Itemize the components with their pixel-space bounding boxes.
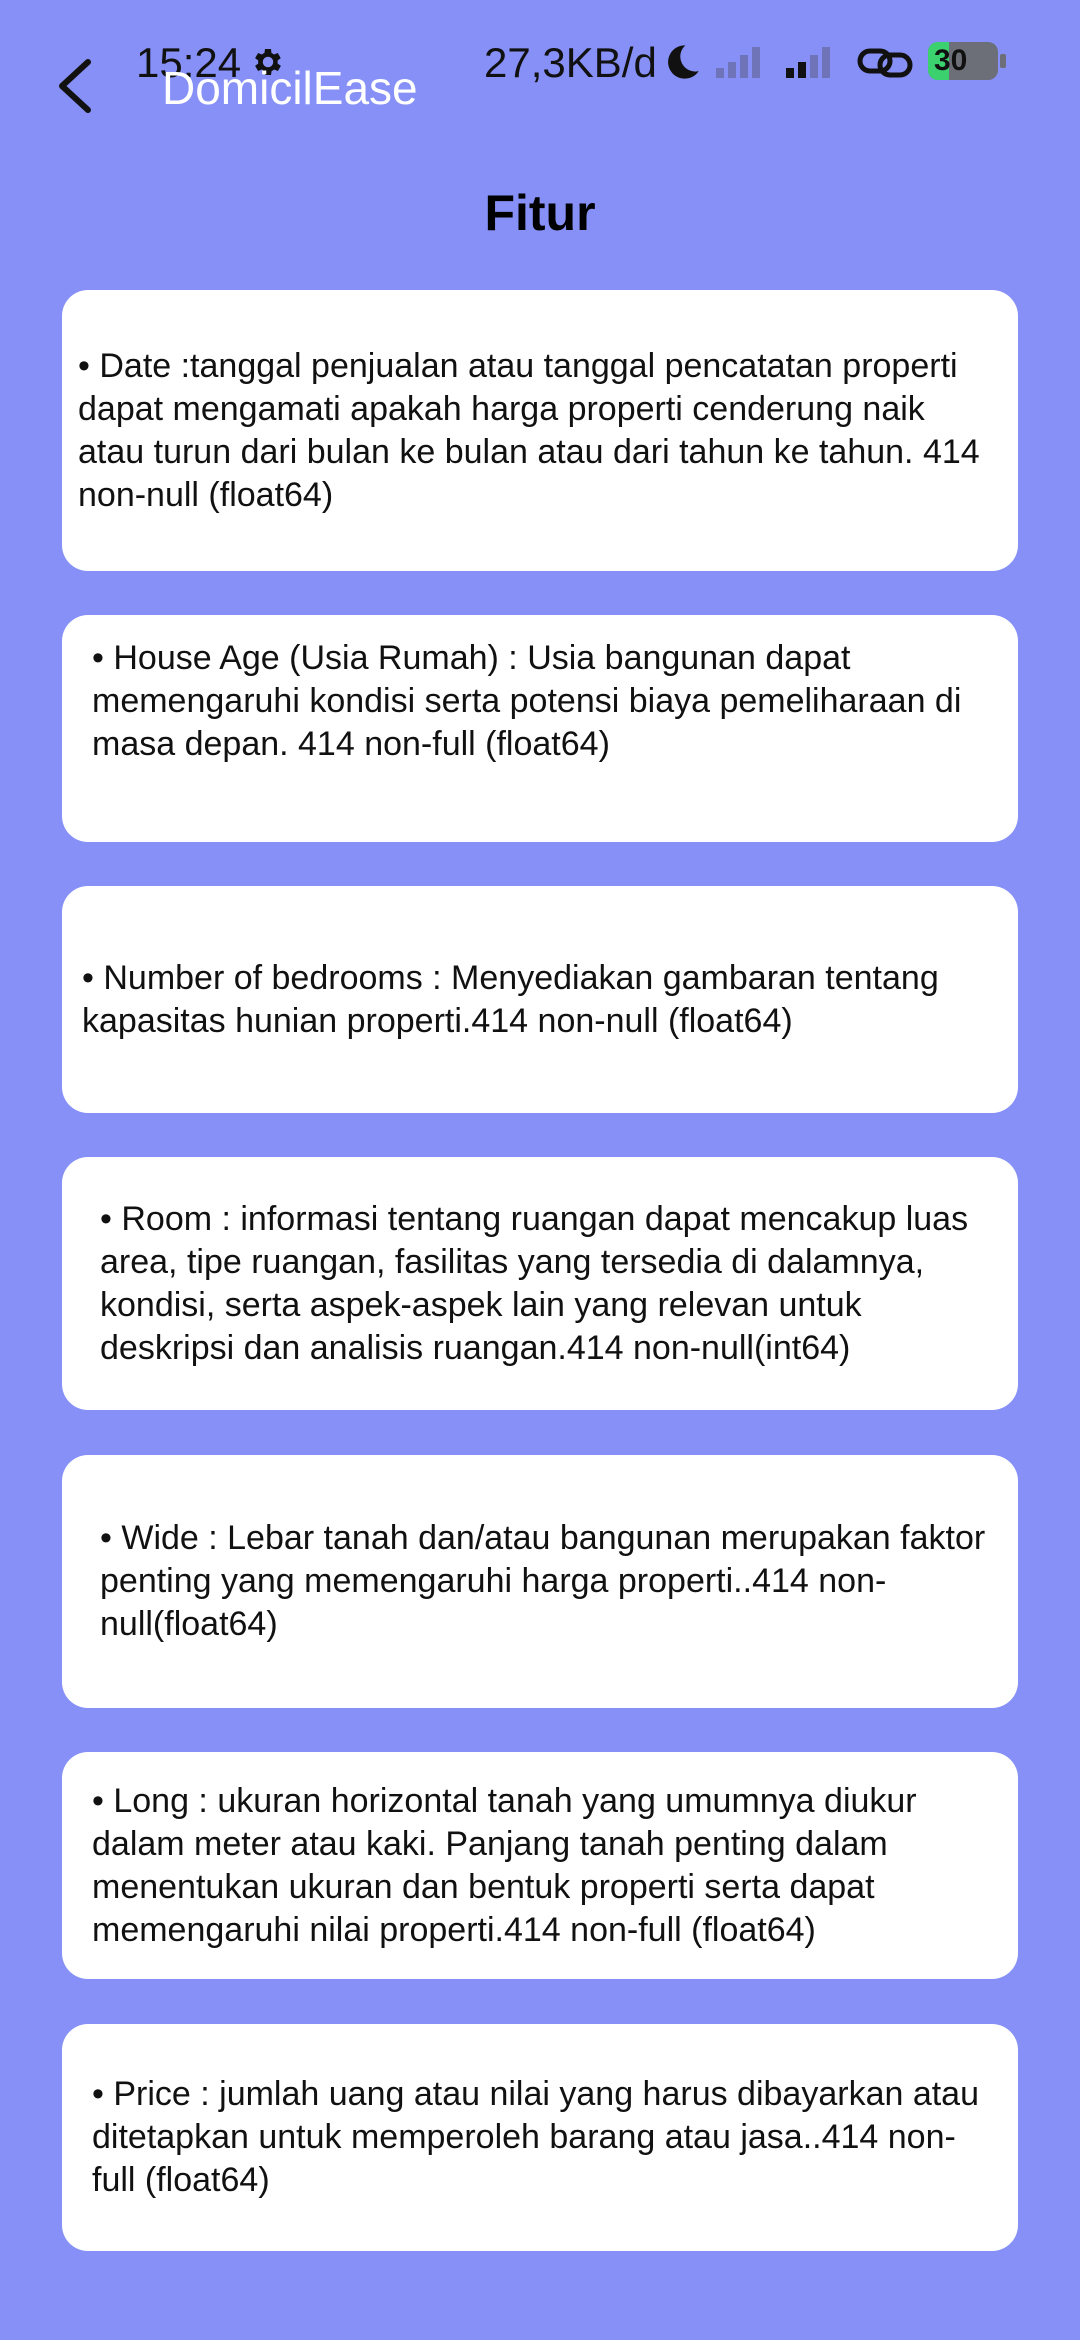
signal-icon — [716, 47, 760, 78]
screen: 15:24 27,3KB/d 30 DomicilEase Fitur • Da… — [0, 0, 1080, 2340]
back-arrow-icon[interactable] — [50, 54, 100, 118]
feature-card-house-age: • House Age (Usia Rumah) : Usia bangunan… — [62, 615, 1018, 842]
battery-icon: 30 — [928, 42, 998, 80]
battery-level: 30 — [934, 44, 968, 77]
moon-icon — [668, 45, 699, 79]
feature-text: • Price : jumlah uang atau nilai yang ha… — [92, 2075, 980, 2199]
feature-text: • House Age (Usia Rumah) : Usia bangunan… — [92, 639, 962, 763]
feature-card-room: • Room : informasi tentang ruangan dapat… — [62, 1157, 1018, 1410]
feature-text: • Date :tanggal penjualan atau tanggal p… — [78, 346, 980, 514]
feature-card-bedrooms: • Number of bedrooms : Menyediakan gamba… — [62, 886, 1018, 1113]
battery-cap — [1000, 54, 1006, 68]
app-title: DomicilEase — [162, 62, 418, 114]
network-speed: 27,3KB/d — [484, 39, 657, 86]
feature-text: • Long : ukuran horizontal tanah yang um… — [92, 1781, 917, 1949]
feature-card-wide: • Wide : Lebar tanah dan/atau bangunan m… — [62, 1455, 1018, 1708]
feature-card-price: • Price : jumlah uang atau nilai yang ha… — [62, 2024, 1018, 2251]
feature-card-date: • Date :tanggal penjualan atau tanggal p… — [62, 290, 1018, 571]
feature-card-long: • Long : ukuran horizontal tanah yang um… — [62, 1752, 1018, 1979]
feature-text: • Number of bedrooms : Menyediakan gamba… — [82, 958, 939, 1040]
page-title: Fitur — [484, 185, 596, 241]
feature-text: • Wide : Lebar tanah dan/atau bangunan m… — [100, 1519, 986, 1643]
feature-text: • Room : informasi tentang ruangan dapat… — [100, 1199, 969, 1367]
link-icon — [857, 48, 913, 78]
signal-icon — [786, 47, 830, 78]
